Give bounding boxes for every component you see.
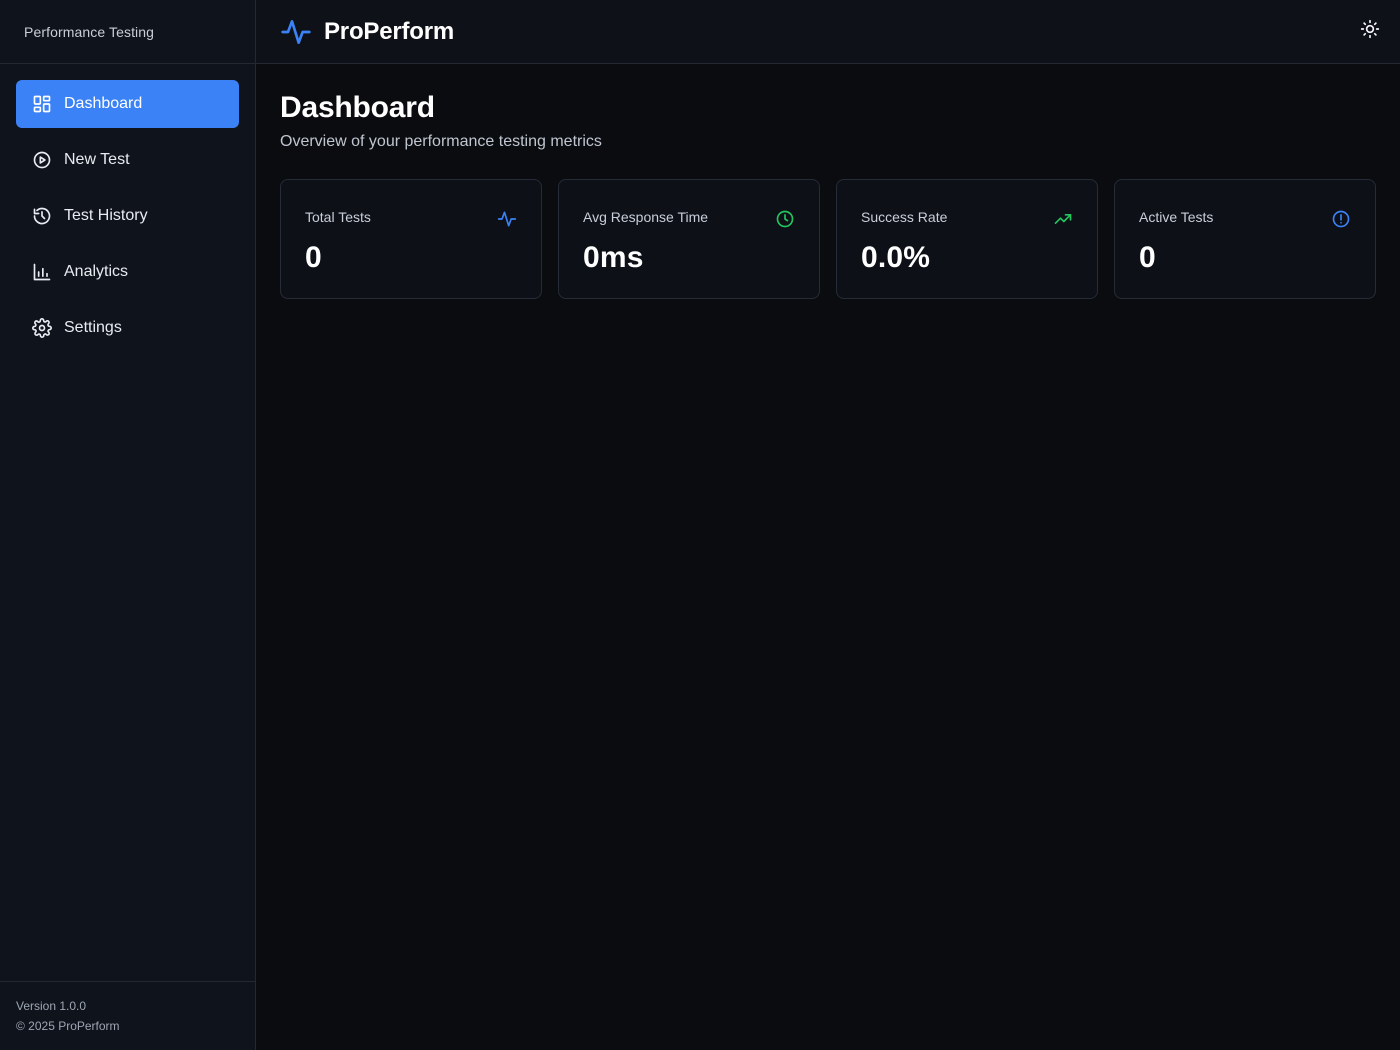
metric-value: 0 [305,241,322,274]
page-subtitle: Overview of your performance testing met… [280,133,602,150]
sidebar-item-settings[interactable]: Settings [16,304,239,352]
main-area: ProPerform Dashboard Overview of your pe… [256,0,1400,1050]
metric-card-avg-response-time: Avg Response Time 0ms [558,179,820,299]
sidebar-item-test-history[interactable]: Test History [16,192,239,240]
metric-card-total-tests: Total Tests 0 [280,179,542,299]
page-title: Dashboard [280,91,435,124]
app-root: Performance Testing Dashboard New Test T… [0,0,1400,1050]
metric-label: Success Rate [861,209,948,225]
sidebar: Performance Testing Dashboard New Test T… [0,0,256,1050]
sidebar-item-analytics[interactable]: Analytics [16,248,239,296]
copyright-text: © 2025 ProPerform [16,1019,120,1033]
metric-value: 0.0% [861,241,931,274]
metric-label: Total Tests [305,209,371,225]
top-header: ProPerform [256,0,1400,64]
sidebar-item-label: New Test [64,151,130,168]
metric-label: Avg Response Time [583,209,709,225]
sidebar-item-new-test[interactable]: New Test [16,136,239,184]
bar-chart-icon [32,262,52,282]
sun-icon [1360,19,1380,44]
metrics-grid: Total Tests 0 Avg Response Time 0ms Succ… [280,179,1376,299]
sidebar-item-label: Dashboard [64,95,143,112]
dashboard-content: Dashboard Overview of your performance t… [256,64,1400,299]
activity-logo-icon [280,16,312,48]
history-icon [32,206,52,226]
sidebar-item-label: Analytics [64,263,129,280]
gear-icon [32,318,52,338]
metric-value: 0ms [583,241,644,274]
brand-title: ProPerform [324,17,455,45]
clock-icon [775,209,795,229]
metric-value: 0 [1139,241,1156,274]
sidebar-item-label: Settings [64,319,122,336]
dashboard-icon [32,94,52,114]
sidebar-item-label: Test History [64,207,148,224]
play-circle-icon [32,150,52,170]
brand: ProPerform [280,16,454,48]
activity-icon [497,209,517,229]
sidebar-footer: Version 1.0.0 © 2025 ProPerform [0,981,255,1050]
sidebar-brand: Performance Testing [0,0,255,64]
alert-circle-icon [1331,209,1351,229]
metric-label: Active Tests [1139,209,1214,225]
sidebar-nav: Dashboard New Test Test History Analytic… [0,64,255,352]
theme-toggle-button[interactable] [1354,16,1386,48]
version-text: Version 1.0.0 [16,999,87,1013]
trending-up-icon [1053,209,1073,229]
metric-card-active-tests: Active Tests 0 [1114,179,1376,299]
sidebar-item-dashboard[interactable]: Dashboard [16,80,239,128]
metric-card-success-rate: Success Rate 0.0% [836,179,1098,299]
